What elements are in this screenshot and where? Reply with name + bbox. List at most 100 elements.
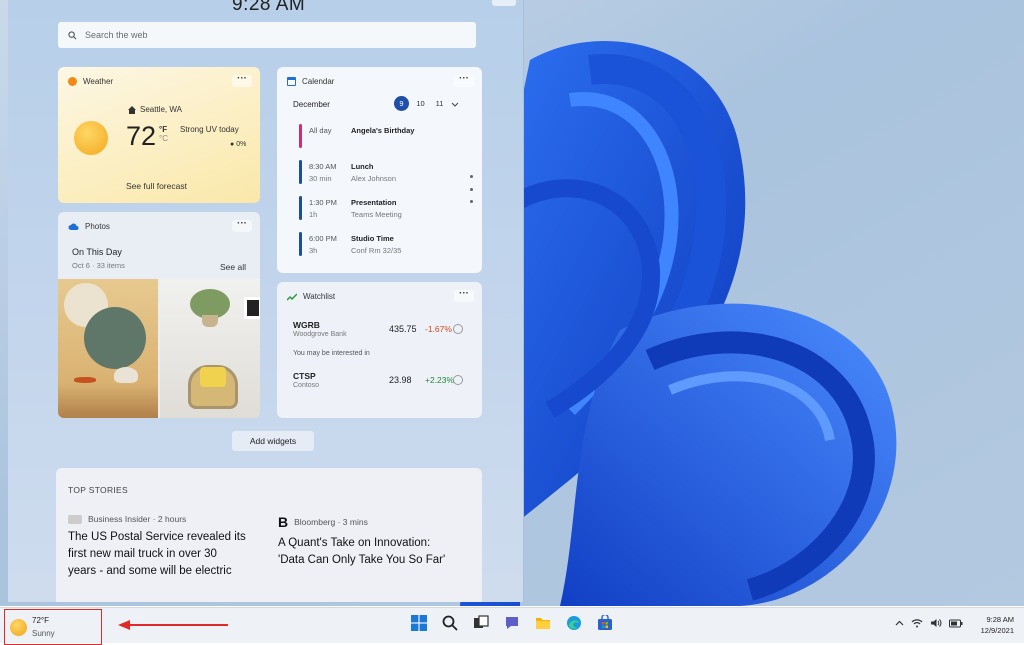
photo-thumbnail-2[interactable] (160, 279, 260, 418)
battery-icon[interactable] (949, 619, 963, 628)
story-headline[interactable]: A Quant's Take on Innovation: 'Data Can … (278, 535, 458, 569)
calendar-event[interactable]: 1:30 PM 1h Presentation Teams Meeting (299, 194, 465, 224)
stock-chart-icon (287, 292, 297, 301)
calendar-header: Calendar (287, 77, 334, 86)
event-time: 6:00 PM (309, 234, 337, 243)
story-headline[interactable]: The US Postal Service revealed its first… (68, 529, 248, 580)
photos-title: Photos (85, 222, 110, 231)
add-to-watchlist-icon[interactable] (453, 375, 463, 385)
calendar-event[interactable]: 8:30 AM 30 min Lunch Alex Johnson (299, 158, 465, 188)
stock-price: 435.75 (389, 324, 417, 334)
weather-widget[interactable]: Weather ··· Seattle, WA 72 °F °C Strong U… (58, 67, 260, 203)
search-icon[interactable] (441, 614, 459, 632)
file-explorer-icon[interactable] (534, 614, 552, 632)
event-duration: 1h (309, 210, 318, 219)
chevron-up-icon[interactable] (895, 619, 904, 628)
event-title: Lunch (351, 162, 374, 171)
calendar-more-button[interactable]: ··· (454, 74, 474, 87)
day-9[interactable]: 9 (394, 96, 409, 111)
taskbar-app-icons (410, 614, 614, 632)
taskbar-weather-button[interactable]: 72°F Sunny (4, 609, 102, 645)
temperature: 72 (126, 121, 157, 151)
business-insider-logo-icon (68, 514, 82, 524)
taskbar-clock[interactable]: 9:28 AM 12/9/2021 (970, 614, 1014, 636)
weather-more-button[interactable]: ··· (232, 74, 252, 87)
see-full-forecast-link[interactable]: See full forecast (126, 181, 187, 191)
precip-value: 0% (236, 141, 247, 148)
stock-name: Woodgrove Bank (293, 331, 347, 338)
stock-row[interactable]: CTSP Contoso 23.98 +2.23% (293, 371, 473, 395)
calendar-title: Calendar (302, 77, 335, 86)
home-icon (128, 105, 136, 114)
event-color-bar (299, 196, 302, 220)
calendar-scroll-indicator[interactable] (470, 175, 474, 203)
top-stories-feed: TOP STORIES Business Insider · 2 hours T… (56, 468, 482, 602)
news-story[interactable]: Business Insider · 2 hours The US Postal… (68, 514, 248, 580)
wifi-icon[interactable] (911, 618, 923, 628)
stock-change: +2.23% (425, 375, 455, 385)
story-source: B Bloomberg · 3 mins (278, 514, 458, 530)
windows-start-icon[interactable] (410, 614, 428, 632)
taskbar-date: 12/9/2021 (980, 626, 1014, 635)
add-widgets-button[interactable]: Add widgets (232, 431, 314, 451)
photos-more-button[interactable]: ··· (232, 219, 252, 232)
search-placeholder: Search the web (85, 30, 148, 40)
event-title: Presentation (351, 198, 397, 207)
taskbar-time: 9:28 AM (986, 615, 1014, 624)
event-time: 8:30 AM (309, 162, 337, 171)
precipitation: ● 0% (230, 141, 246, 148)
unit-toggle[interactable]: °F °C (159, 125, 168, 143)
day-10[interactable]: 10 (413, 96, 428, 111)
stock-symbol: WGRB (293, 320, 320, 330)
photos-widget[interactable]: Photos ··· On This Day Oct 6 · 33 items … (58, 212, 260, 418)
volume-icon[interactable] (930, 618, 942, 628)
stock-name: Contoso (293, 382, 320, 389)
news-story[interactable]: B Bloomberg · 3 mins A Quant's Take on In… (278, 514, 458, 569)
add-to-watchlist-icon[interactable] (453, 324, 463, 334)
unit-c[interactable]: °C (159, 134, 168, 143)
event-title: Angela's Birthday (351, 126, 415, 135)
watchlist-more-button[interactable]: ··· (454, 289, 474, 302)
calendar-month: December (293, 100, 330, 109)
photo-thumbnail-1[interactable] (58, 279, 158, 418)
event-subtitle: Conf Rm 32/35 (351, 246, 402, 255)
panel-clock: 9:28 AM (232, 0, 306, 15)
event-subtitle: Teams Meeting (351, 210, 402, 219)
event-title: Studio Time (351, 234, 394, 243)
chevron-down-icon[interactable] (451, 100, 459, 108)
store-icon[interactable] (596, 614, 614, 632)
top-stories-heading: TOP STORIES (68, 485, 128, 495)
red-annotation-arrow (118, 620, 228, 630)
interest-label: You may be interested in (293, 350, 370, 357)
event-color-bar (299, 124, 302, 148)
task-view-icon[interactable] (472, 614, 490, 632)
search-input[interactable]: Search the web (58, 22, 476, 48)
on-this-day-subtitle: Oct 6 · 33 items (72, 261, 125, 270)
calendar-event[interactable]: All day Angela's Birthday (299, 122, 465, 152)
watchlist-widget[interactable]: Watchlist ··· WGRB Woodgrove Bank 435.75… (277, 282, 482, 418)
source-text: Business Insider · 2 hours (88, 514, 187, 524)
weather-title: Weather (83, 77, 114, 86)
calendar-widget[interactable]: Calendar ··· December 9 10 11 All day An… (277, 67, 482, 273)
search-icon (68, 30, 77, 39)
event-subtitle: Alex Johnson (351, 174, 397, 183)
day-11[interactable]: 11 (432, 96, 447, 111)
bloomberg-logo-icon: B (278, 514, 289, 530)
taskbar-weather-condition: Sunny (32, 629, 55, 638)
watchlist-title: Watchlist (303, 292, 336, 301)
location-text: Seattle, WA (140, 105, 182, 114)
edge-browser-icon[interactable] (565, 614, 583, 632)
system-tray (895, 618, 963, 628)
stock-change: -1.67% (425, 324, 452, 334)
unit-f[interactable]: °F (159, 125, 167, 134)
event-time: All day (309, 126, 332, 135)
calendar-event[interactable]: 6:00 PM 3h Studio Time Conf Rm 32/35 (299, 230, 465, 260)
droplet-icon: ● (230, 141, 235, 148)
panel-profile-button[interactable] (492, 0, 516, 6)
event-time: 1:30 PM (309, 198, 337, 207)
chat-icon[interactable] (503, 614, 521, 632)
stock-row[interactable]: WGRB Woodgrove Bank 435.75 -1.67% (293, 320, 473, 344)
sun-icon (74, 121, 108, 155)
see-all-link[interactable]: See all (220, 262, 246, 272)
event-color-bar (299, 160, 302, 184)
